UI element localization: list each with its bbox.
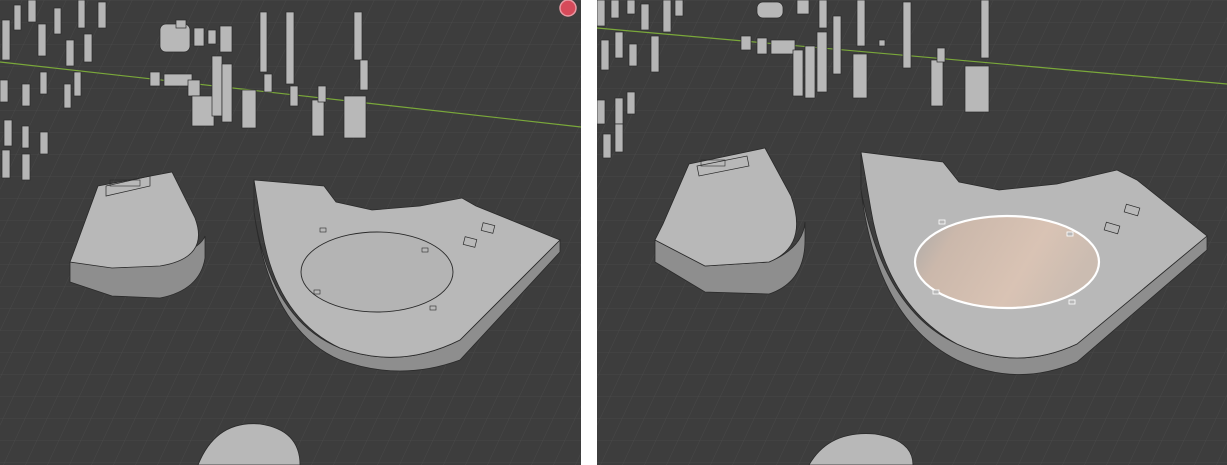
scene-canvas-after[interactable] (597, 0, 1227, 465)
viewport-before[interactable] (0, 0, 581, 465)
oval-outline[interactable] (300, 231, 454, 313)
oval-face-selected[interactable] (913, 214, 1101, 310)
viewport-after[interactable] (597, 0, 1227, 465)
scene-canvas-before[interactable] (0, 0, 581, 465)
x-axis-gizmo-icon[interactable] (559, 0, 577, 17)
panel-divider (581, 0, 597, 465)
